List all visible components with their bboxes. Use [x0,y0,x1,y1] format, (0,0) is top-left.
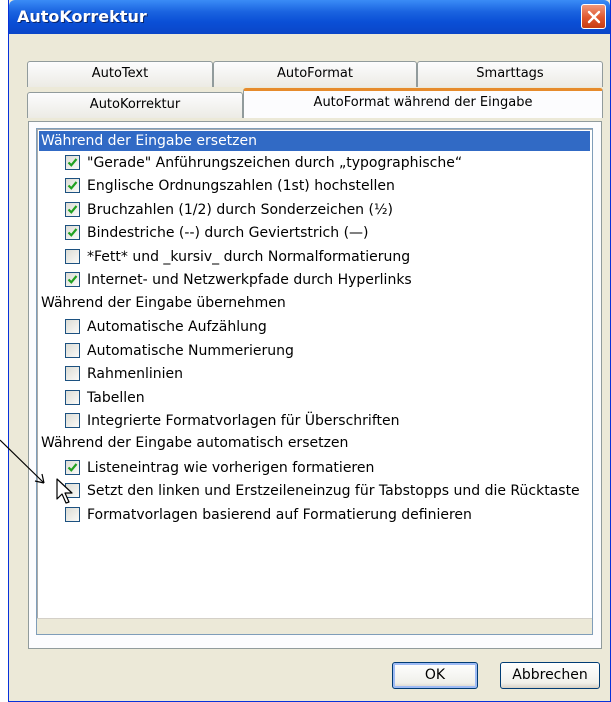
checkmark-icon [67,158,78,167]
option-label: Setzt den linken und Erstzeileneinzug fü… [87,483,580,499]
checkmark-icon [67,205,78,214]
horizontal-scrollbar[interactable] [37,618,592,634]
option-label: Automatische Nummerierung [87,343,294,359]
checkbox[interactable] [65,413,80,428]
mouse-pointer-icon [56,478,73,504]
option-label: Bruchzahlen (1/2) durch Sonderzeichen (½… [87,202,393,218]
checkbox[interactable] [65,249,80,264]
checkbox[interactable] [65,225,80,240]
close-icon [587,10,601,24]
option-label: Englische Ordnungszahlen (1st) hochstell… [87,178,395,194]
checkmark-icon [67,228,78,237]
section-header-automatisch-ersetzen[interactable]: Während der Eingabe automatisch ersetzen [39,433,348,453]
option-label: "Gerade" Anführungszeichen durch „typogr… [87,155,463,171]
options-list[interactable]: Während der Eingabe ersetzen "Gerade" An… [36,128,593,635]
checkbox[interactable] [65,272,80,287]
option-label: Internet- und Netzwerkpfade durch Hyperl… [87,272,412,288]
tab-label: Smarttags [476,66,544,81]
checkmark-icon [67,275,78,284]
ok-button[interactable]: OK [392,662,478,689]
cancel-button[interactable]: Abbrechen [500,662,600,689]
checkbox[interactable] [65,319,80,334]
option-label: Tabellen [87,390,145,406]
option-label: Automatische Aufzählung [87,319,267,335]
checkbox[interactable] [65,178,80,193]
option-label: Rahmenlinien [87,366,184,382]
annotation-arrow-icon [0,439,45,484]
option-label: Formatvorlagen basierend auf Formatierun… [87,507,472,523]
checkbox[interactable] [65,202,80,217]
tab-label: AutoKorrektur [89,97,181,112]
section-header-uebernehmen[interactable]: Während der Eingabe übernehmen [39,293,286,313]
tab-label: AutoFormat während der Eingabe [313,95,533,110]
tab-label: AutoText [91,66,149,81]
option-label: Listeneintrag wie vorherigen formatieren [87,460,375,476]
autokorrektur-dialog: AutoKorrektur AutoText AutoFormat Smartt… [8,0,611,702]
tab-label: AutoFormat [277,66,353,81]
tab-autoformat-waehrend-eingabe[interactable]: AutoFormat während der Eingabe [243,88,603,118]
window-title: AutoKorrektur [17,7,147,26]
option-label: Integrierte Formatvorlagen für Überschri… [87,413,400,429]
tab-autoformat[interactable]: AutoFormat [213,61,417,87]
tab-smarttags[interactable]: Smarttags [417,61,603,87]
tab-panel: Während der Eingabe ersetzen "Gerade" An… [28,121,602,649]
checkbox[interactable] [65,507,80,522]
checkbox[interactable] [65,155,80,170]
checkbox[interactable] [65,366,80,381]
option-label: *Fett* und _kursiv_ durch Normalformatie… [87,249,411,265]
tab-autotext[interactable]: AutoText [27,61,213,87]
checkbox[interactable] [65,343,80,358]
title-bar[interactable]: AutoKorrektur [9,0,610,34]
section-header-ersetzen[interactable]: Während der Eingabe ersetzen [39,131,590,151]
checkmark-icon [67,463,78,472]
option-label: Bindestriche (--) durch Geviertstrich (—… [87,225,369,241]
checkbox[interactable] [65,390,80,405]
close-button[interactable] [581,4,606,29]
checkmark-icon [67,181,78,190]
tab-autokorrektur[interactable]: AutoKorrektur [27,92,243,118]
checkbox[interactable] [65,460,80,475]
